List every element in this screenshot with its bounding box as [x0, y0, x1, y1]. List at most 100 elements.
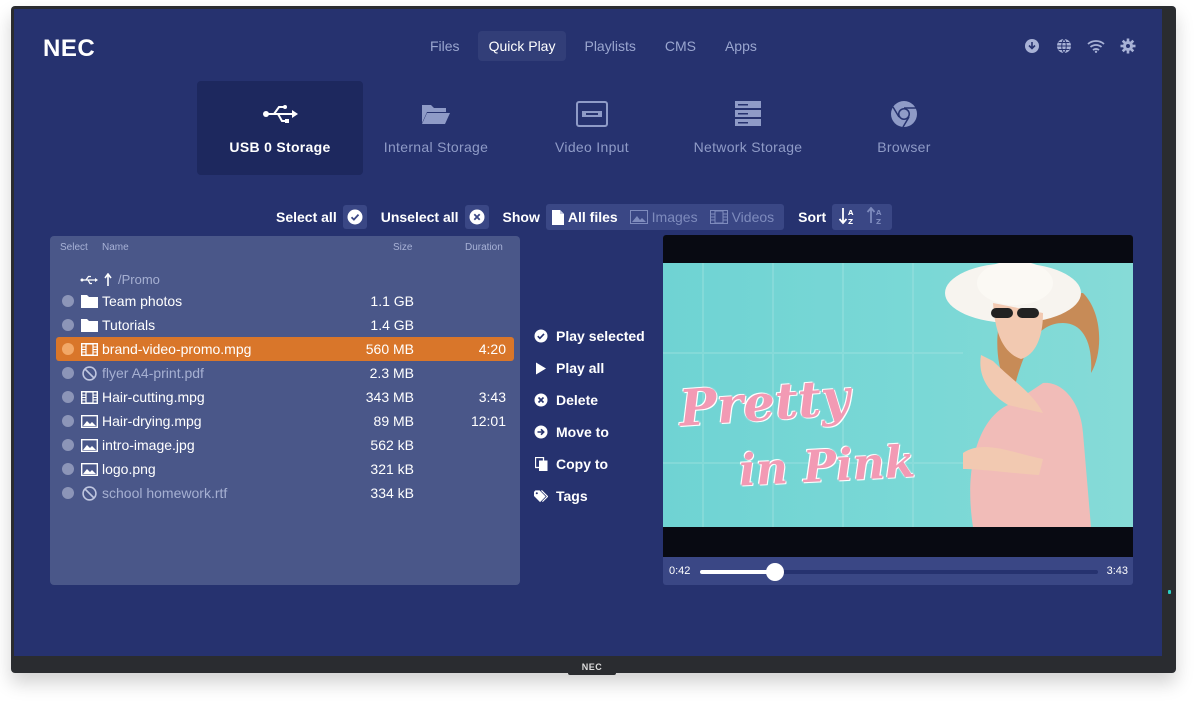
image-icon — [80, 461, 98, 477]
play-selected-action[interactable]: Play selected — [534, 320, 645, 352]
arrow-right-circle-icon — [534, 425, 548, 439]
seek-progress — [700, 570, 775, 574]
row-select-radio[interactable] — [62, 415, 74, 427]
action-label: Tags — [556, 488, 588, 504]
column-select: Select — [60, 242, 88, 253]
file-name: intro-image.jpg — [102, 437, 195, 453]
select-all-label: Select all — [276, 209, 337, 225]
delete-circle-icon — [534, 393, 548, 407]
filter-images[interactable]: Images — [629, 209, 698, 225]
svg-text:Z: Z — [876, 218, 881, 225]
sort-group: AZ AZ — [832, 204, 893, 230]
sort-ascending-icon[interactable]: AZ — [838, 207, 858, 228]
file-duration: 12:01 — [470, 413, 506, 429]
file-size: 89 MB — [373, 413, 414, 429]
file-name: Team photos — [102, 293, 183, 309]
filter-label: Images — [651, 209, 698, 225]
row-select-radio[interactable] — [62, 367, 74, 379]
file-row[interactable]: flyer A4-print.pdf 2.3 MB — [56, 361, 514, 385]
file-size: 334 kB — [370, 485, 414, 501]
source-label: Video Input — [555, 139, 629, 155]
image-icon — [80, 437, 98, 453]
main-nav: Files Quick Play Playlists CMS Apps — [419, 31, 775, 61]
source-browser[interactable]: Browser — [821, 81, 987, 175]
film-icon — [709, 210, 728, 224]
tab-cms[interactable]: CMS — [654, 31, 707, 61]
arrow-up-icon — [104, 273, 112, 286]
player-controls: 0:42 3:43 — [663, 557, 1133, 585]
svg-text:Z: Z — [848, 218, 853, 225]
row-select-radio[interactable] — [62, 295, 74, 307]
close-circle-icon — [469, 209, 485, 225]
select-all-button[interactable] — [342, 205, 367, 229]
play-icon — [534, 361, 548, 375]
filter-videos[interactable]: Videos — [709, 209, 775, 225]
unselect-all-label: Unselect all — [380, 209, 459, 225]
source-internal-storage[interactable]: Internal Storage — [353, 81, 519, 175]
play-all-action[interactable]: Play all — [534, 352, 645, 384]
source-label: Internal Storage — [383, 139, 489, 155]
row-select-radio[interactable] — [62, 343, 74, 355]
file-row[interactable]: Hair-drying.mpg 89 MB 12:01 — [56, 409, 514, 433]
action-label: Play selected — [556, 328, 645, 344]
source-label: USB 0 Storage — [229, 139, 331, 155]
file-list-header: Select Name Size Duration — [60, 242, 510, 256]
filter-label: Videos — [731, 209, 775, 225]
tab-quick-play[interactable]: Quick Play — [477, 31, 567, 61]
file-row[interactable]: Tutorials 1.4 GB — [56, 313, 514, 337]
row-select-radio[interactable] — [62, 391, 74, 403]
unselect-all-button[interactable] — [464, 205, 489, 229]
brand-logo: NEC — [43, 35, 96, 62]
bezel-logo: NEC — [568, 660, 616, 675]
file-row[interactable]: intro-image.jpg 562 kB — [56, 433, 514, 457]
file-row[interactable]: school homework.rtf 334 kB — [56, 481, 514, 505]
file-row[interactable]: logo.png 321 kB — [56, 457, 514, 481]
folder-open-icon — [421, 101, 451, 127]
check-circle-icon — [534, 329, 548, 343]
source-usb-storage[interactable]: USB 0 Storage — [197, 81, 363, 175]
show-filter-group: All files Images Videos — [545, 204, 785, 230]
column-name: Name — [102, 242, 129, 253]
filter-all-files[interactable]: All files — [551, 209, 618, 225]
chrome-icon — [890, 101, 918, 128]
unsupported-icon — [80, 485, 98, 501]
source-video-input[interactable]: Video Input — [509, 81, 675, 175]
tab-apps[interactable]: Apps — [714, 31, 768, 61]
seek-handle[interactable] — [765, 563, 784, 581]
source-network-storage[interactable]: Network Storage — [665, 81, 831, 175]
file-row[interactable]: Team photos 1.1 GB — [56, 289, 514, 313]
row-select-radio[interactable] — [62, 487, 74, 499]
file-name: brand-video-promo.mpg — [102, 341, 252, 357]
delete-action[interactable]: Delete — [534, 384, 645, 416]
action-label: Play all — [556, 360, 605, 376]
tab-files[interactable]: Files — [419, 31, 471, 61]
show-label: Show — [502, 209, 540, 225]
row-select-radio[interactable] — [62, 439, 74, 451]
file-row-selected[interactable]: brand-video-promo.mpg 560 MB 4:20 — [56, 337, 514, 361]
move-to-action[interactable]: Move to — [534, 416, 645, 448]
globe-icon[interactable] — [1055, 37, 1073, 55]
file-size: 2.3 MB — [369, 365, 414, 381]
wifi-icon[interactable] — [1087, 37, 1105, 55]
tab-playlists[interactable]: Playlists — [573, 31, 646, 61]
file-name: flyer A4-print.pdf — [102, 365, 204, 381]
video-frame[interactable]: Pretty in Pink — [663, 235, 1133, 557]
copy-icon — [534, 457, 548, 471]
file-name: logo.png — [102, 461, 156, 477]
image-icon — [629, 210, 648, 224]
seek-bar[interactable] — [700, 563, 1098, 581]
video-preview-image: Pretty in Pink — [663, 263, 1133, 527]
usb-icon — [262, 101, 298, 127]
breadcrumb[interactable]: /Promo — [80, 272, 160, 287]
row-select-radio[interactable] — [62, 319, 74, 331]
image-icon — [80, 413, 98, 429]
svg-text:A: A — [876, 209, 882, 217]
copy-to-action[interactable]: Copy to — [534, 448, 645, 480]
sort-descending-icon[interactable]: AZ — [866, 206, 886, 228]
file-row[interactable]: Hair-cutting.mpg 343 MB 3:43 — [56, 385, 514, 409]
file-size: 321 kB — [370, 461, 414, 477]
gear-icon[interactable] — [1119, 37, 1137, 55]
row-select-radio[interactable] — [62, 463, 74, 475]
tags-action[interactable]: Tags — [534, 480, 645, 512]
download-icon[interactable] — [1023, 37, 1041, 55]
